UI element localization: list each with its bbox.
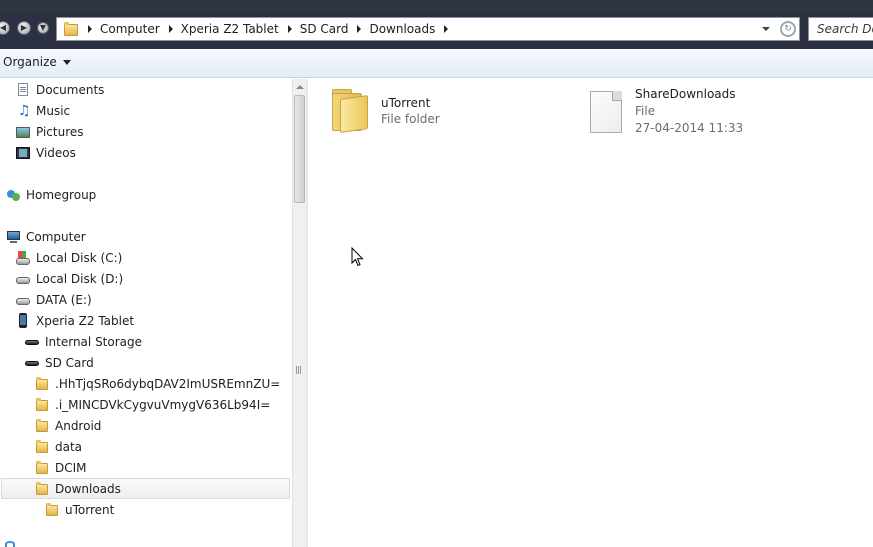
nav-item-local-disk-d[interactable]: Local Disk (D:) — [15, 268, 123, 289]
folder-icon — [34, 397, 50, 413]
breadcrumb-computer[interactable]: Computer — [100, 18, 181, 40]
system-drive-icon — [15, 250, 31, 266]
folder-icon — [34, 418, 50, 434]
nav-item-local-disk-c[interactable]: Local Disk (C:) — [15, 247, 122, 268]
address-toolbar: ◀ ▶ ▼ Computer Xperia Z2 Tablet SD Card … — [0, 0, 873, 49]
file-list: uTorrent File folder ShareDownloads File… — [308, 79, 873, 547]
phone-icon — [15, 312, 31, 329]
drive-icon — [15, 292, 31, 308]
nav-item-utorrent[interactable]: uTorrent — [44, 499, 114, 520]
storage-icon — [24, 334, 40, 350]
back-button[interactable]: ◀ — [0, 21, 10, 35]
splitter-grip-icon[interactable] — [296, 366, 302, 374]
nav-item-documents[interactable]: Documents — [15, 79, 104, 100]
recent-locations-button[interactable]: ▼ — [37, 22, 49, 34]
file-item-utorrent[interactable]: uTorrent File folder — [330, 87, 440, 135]
file-item-sharedownloads[interactable]: ShareDownloads File 27-04-2014 11:33 — [590, 87, 743, 135]
nav-scrollbar[interactable] — [292, 79, 306, 547]
chevron-down-icon: ▼ — [39, 23, 47, 32]
network-icon — [5, 541, 15, 547]
storage-icon — [24, 355, 40, 371]
drive-icon — [15, 271, 31, 287]
file-icon — [590, 87, 624, 133]
command-bar: Organize — [0, 49, 873, 78]
address-bar[interactable]: Computer Xperia Z2 Tablet SD Card Downlo… — [56, 17, 800, 41]
pictures-icon — [15, 124, 31, 140]
nav-item-data-e[interactable]: DATA (E:) — [15, 289, 92, 310]
forward-button[interactable]: ▶ — [17, 21, 31, 35]
folder-icon — [34, 481, 50, 497]
folder-icon — [34, 460, 50, 476]
nav-item-folder-hidden-2[interactable]: .i_MINCDVkCygvuVmygV636Lb94I= — [34, 394, 270, 415]
folder-icon — [34, 439, 50, 455]
chevron-down-icon — [762, 27, 770, 31]
breadcrumb-downloads[interactable]: Downloads — [369, 18, 456, 40]
computer-icon — [5, 229, 21, 245]
documents-icon — [15, 82, 31, 98]
folder-large-icon — [330, 87, 370, 135]
breadcrumb-sdcard[interactable]: SD Card — [300, 18, 370, 40]
nav-item-downloads[interactable]: Downloads — [1, 478, 290, 499]
nav-item-folder-hidden-1[interactable]: .HhTjqSRo6dybqDAV2ImUSREmnZU= — [34, 373, 280, 394]
folder-icon — [63, 21, 79, 36]
homegroup-icon — [5, 187, 21, 203]
search-input[interactable]: Search Downloads — [808, 17, 873, 41]
organize-button[interactable]: Organize — [3, 55, 71, 69]
nav-item-videos[interactable]: Videos — [15, 142, 76, 163]
nav-item-android[interactable]: Android — [34, 415, 101, 436]
videos-icon — [15, 145, 31, 161]
music-icon: ♫ — [18, 102, 31, 119]
chevron-down-icon — [62, 59, 71, 65]
back-arrow-icon: ◀ — [0, 23, 7, 32]
breadcrumb-separator-icon[interactable] — [287, 25, 292, 33]
address-history-button[interactable] — [759, 18, 773, 40]
breadcrumb-xperia[interactable]: Xperia Z2 Tablet — [181, 18, 300, 40]
nav-item-pictures[interactable]: Pictures — [15, 121, 84, 142]
nav-item-data[interactable]: data — [34, 436, 82, 457]
scroll-thumb[interactable] — [294, 95, 305, 203]
nav-item-sd-card[interactable]: SD Card — [24, 352, 94, 373]
forward-arrow-icon: ▶ — [20, 23, 28, 32]
nav-item-xperia[interactable]: Xperia Z2 Tablet — [15, 310, 134, 331]
breadcrumb-separator-icon[interactable] — [168, 25, 173, 33]
nav-item-dcim[interactable]: DCIM — [34, 457, 87, 478]
folder-icon — [44, 502, 60, 518]
breadcrumb-separator-icon[interactable] — [444, 25, 449, 33]
folder-icon — [34, 376, 50, 392]
refresh-icon[interactable]: ↻ — [780, 21, 796, 37]
nav-item-music[interactable]: ♫ Music — [15, 100, 70, 121]
breadcrumb-separator-icon — [88, 25, 92, 33]
nav-item-computer[interactable]: Computer — [5, 226, 86, 247]
navigation-pane: Documents ♫ Music Pictures Videos Homegr… — [0, 79, 292, 547]
mouse-cursor-icon — [351, 247, 364, 267]
breadcrumb-separator-icon[interactable] — [357, 25, 362, 33]
nav-item-internal-storage[interactable]: Internal Storage — [24, 331, 142, 352]
nav-item-homegroup[interactable]: Homegroup — [5, 184, 96, 205]
scroll-up-icon[interactable] — [295, 82, 305, 92]
